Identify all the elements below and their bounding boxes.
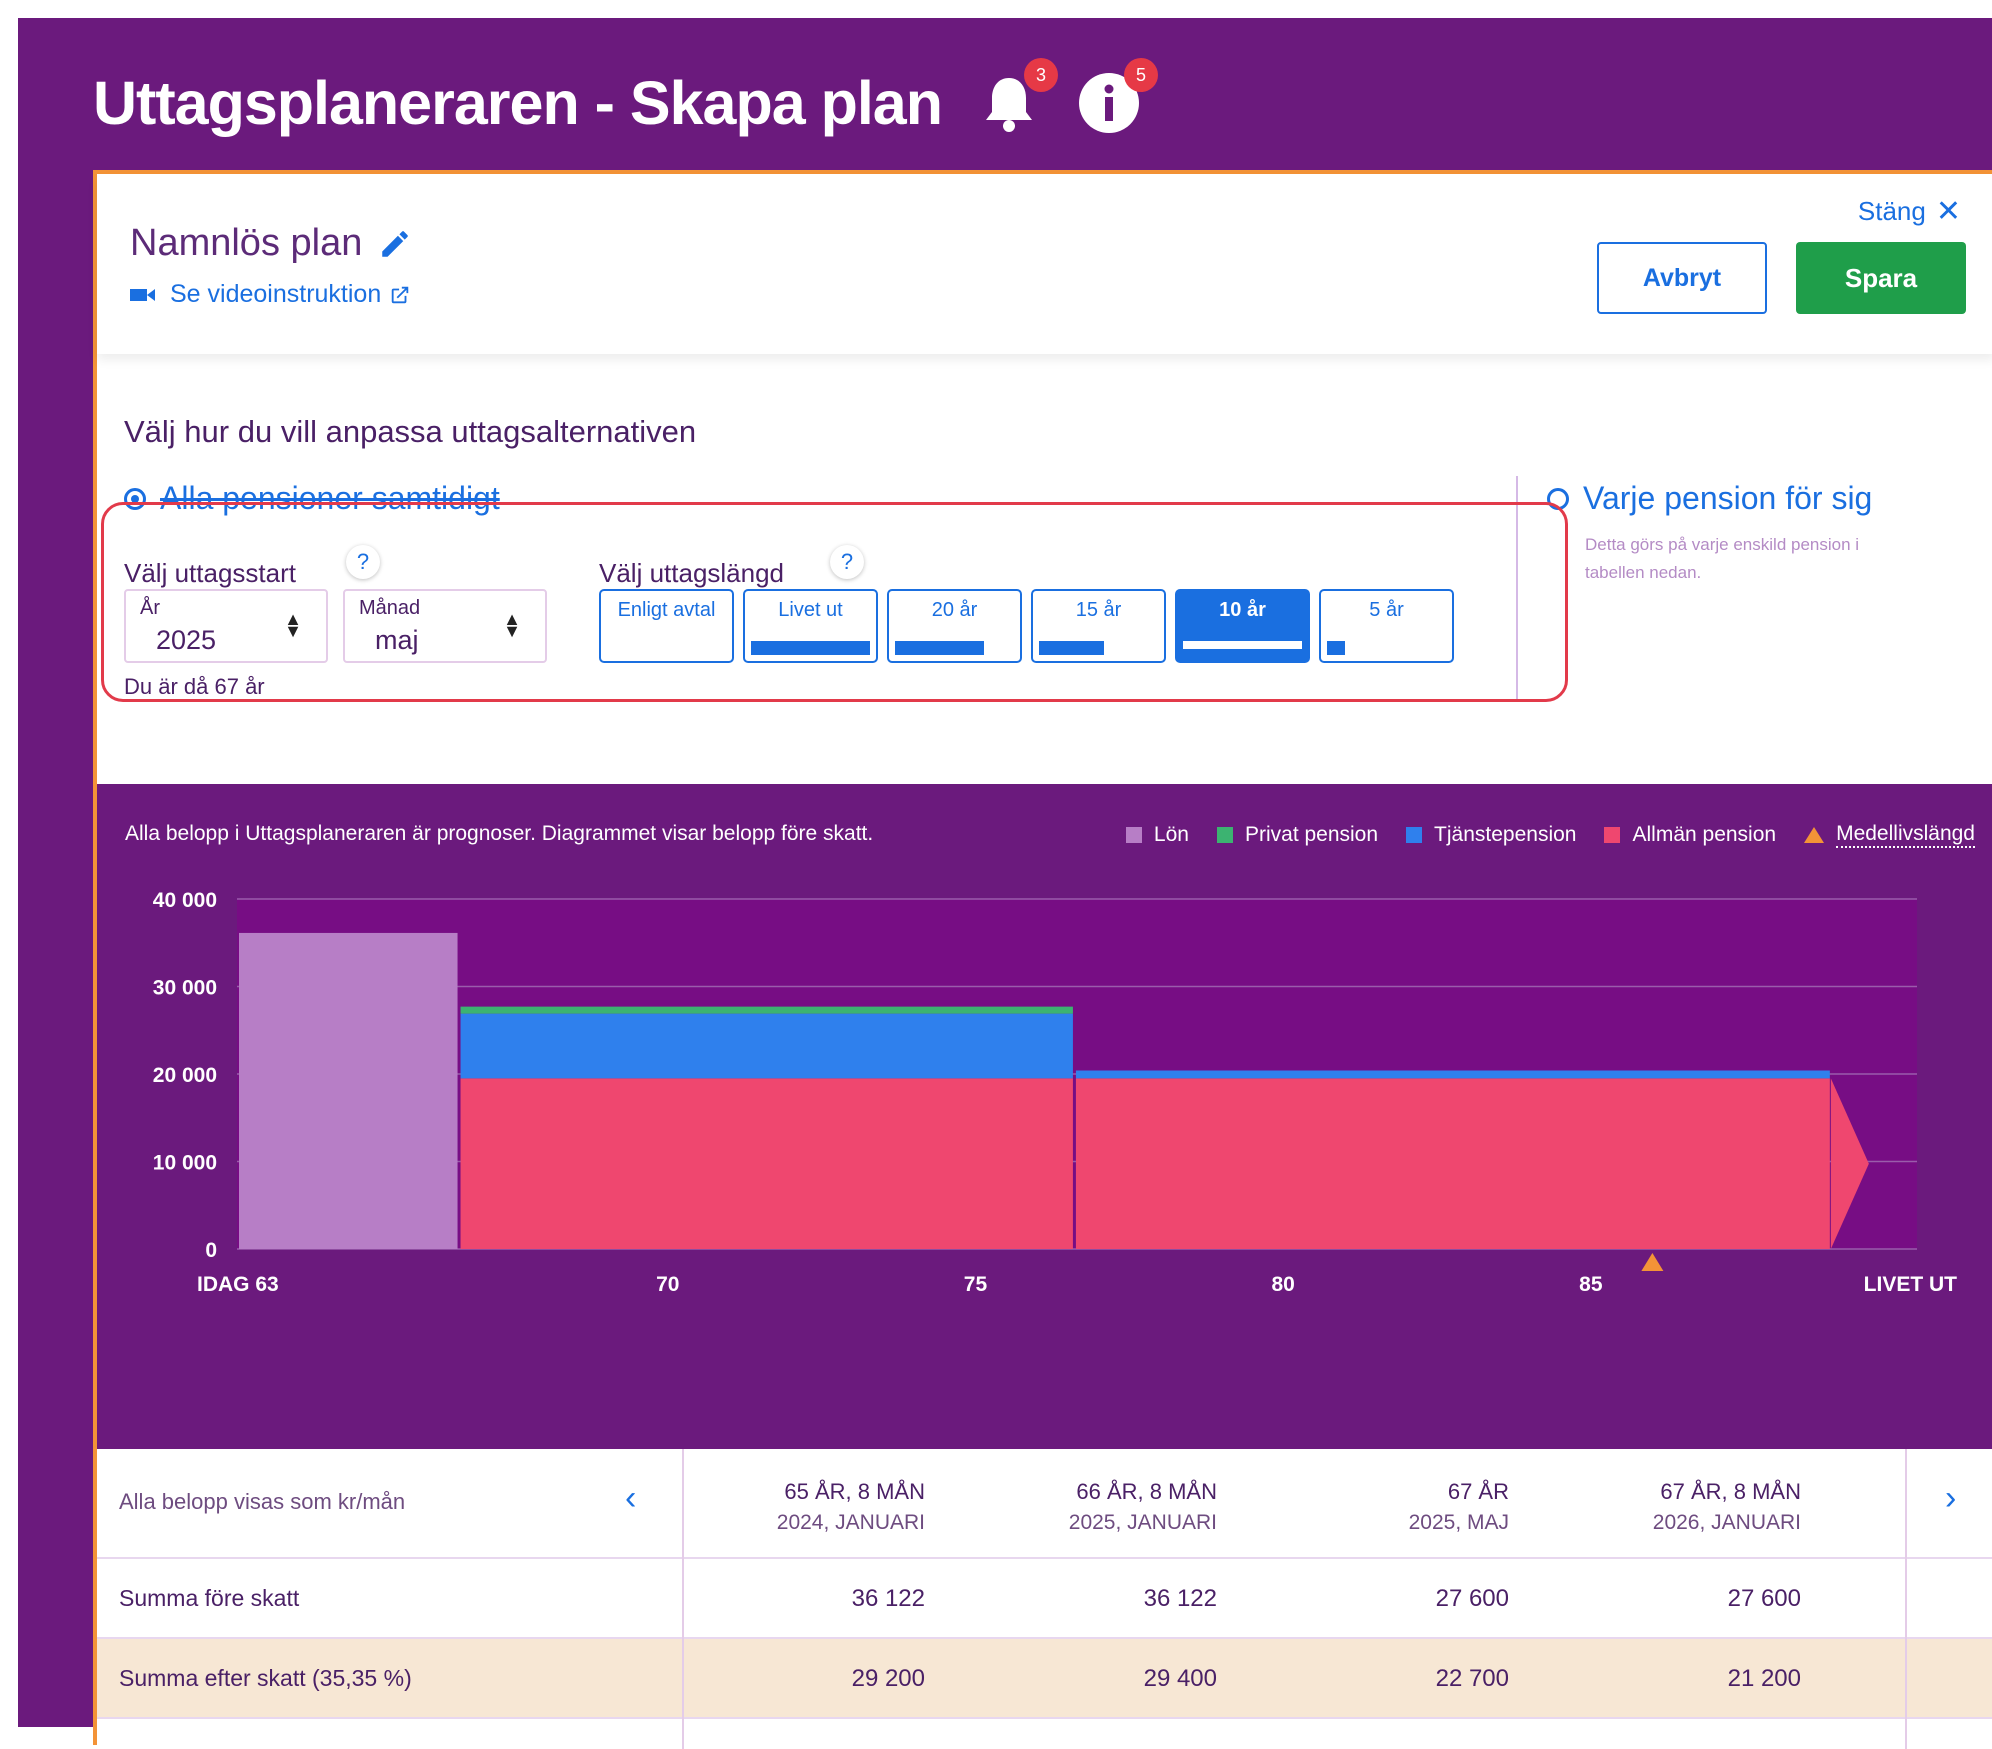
- column-age: 66 ÅR, 8 MÅN: [1076, 1479, 1217, 1504]
- y-tick-label: 0: [205, 1239, 217, 1262]
- column-date: 2025, MAJ: [1408, 1511, 1509, 1534]
- x-tick-label: IDAG 63: [197, 1273, 279, 1296]
- video-camera-icon: [130, 288, 155, 301]
- column-age: 67 ÅR: [1447, 1479, 1509, 1504]
- legend-item: Allmän pension: [1604, 823, 1776, 847]
- info-button[interactable]: 5: [1076, 58, 1158, 136]
- legend-life-expectancy[interactable]: Medellivslängd: [1804, 822, 1975, 848]
- chevron-right-icon[interactable]: ›: [1945, 1479, 1956, 1518]
- table-row: Summa före skatt 36 122 36 122 27 600 27 60…: [97, 1559, 1992, 1639]
- legend-label: Medellivslängd: [1836, 822, 1975, 848]
- column-date: 2025, JANUARI: [1068, 1511, 1217, 1534]
- x-tick-label: 75: [964, 1273, 988, 1296]
- payout-table: Alla belopp visas som kr/mån ‹ › 65 ÅR, …: [97, 1449, 1992, 1749]
- plan-header: Namnlös plan Se videoinstruktion Stäng ✕: [97, 174, 1992, 354]
- legend-label: Lön: [1153, 823, 1189, 846]
- close-icon: ✕: [1935, 195, 1961, 228]
- options-heading: Välj hur du vill anpassa uttagsalternati…: [124, 414, 697, 449]
- chart-bar-segment: [460, 1006, 1073, 1014]
- y-tick-label: 10 000: [153, 1152, 217, 1175]
- each-pension-description: Detta görs på varje enskild pension i ta…: [1585, 535, 1860, 582]
- table-divider: [1905, 1449, 1907, 1749]
- life-expectancy-marker: [1641, 1253, 1664, 1271]
- x-tick-label: 80: [1271, 1273, 1294, 1296]
- y-tick-label: 30 000: [153, 977, 217, 1000]
- column-age: 67 ÅR, 8 MÅN: [1660, 1479, 1801, 1504]
- column-date: 2024, JANUARI: [776, 1511, 925, 1534]
- x-tick-label: 85: [1579, 1273, 1603, 1296]
- notifications-badge: 3: [1023, 58, 1058, 92]
- column-age: 65 ÅR, 8 MÅN: [784, 1479, 925, 1504]
- legend-label: Privat pension: [1244, 823, 1379, 846]
- row-label: Summa efter skatt (35,35 %): [119, 1665, 412, 1691]
- info-badge: 5: [1123, 58, 1158, 92]
- table-cell: 29 400: [1143, 1665, 1217, 1692]
- x-tick-label: LIVET UT: [1864, 1273, 1958, 1296]
- triangle-icon: [1804, 827, 1825, 843]
- x-tick-label: 70: [656, 1273, 679, 1296]
- radio-each-label: Varje pension för sig: [1583, 480, 1873, 516]
- table-cell: 27 600: [1727, 1585, 1801, 1612]
- legend-swatch: [1216, 827, 1233, 843]
- chart-bar-segment: [460, 1013, 1073, 1079]
- chart-area: 0 10 000 20 000 30 000 40 000 IDAG 63 70 75 80 85…: [97, 784, 1992, 1449]
- legend-swatch: [1604, 827, 1621, 843]
- close-button[interactable]: Stäng ✕: [1858, 194, 1961, 229]
- table-row-highlighted: Summa efter skatt (35,35 %) 29 200 29 400…: [97, 1639, 1992, 1719]
- table-cell: 22 700: [1435, 1665, 1509, 1692]
- edit-pencil-icon[interactable]: [378, 227, 412, 261]
- title-row: Uttagsplaneraren - Skapa plan 3 5: [93, 58, 1158, 143]
- external-link-icon: [391, 286, 409, 303]
- table-cell: 29 200: [851, 1665, 925, 1692]
- table-cell: 36 122: [1143, 1585, 1217, 1612]
- plan-panel: Namnlös plan Se videoinstruktion Stäng ✕: [93, 170, 1992, 1749]
- legend-swatch: [1406, 827, 1423, 843]
- chart-bar-segment: [460, 1078, 1073, 1249]
- close-label: Stäng: [1857, 196, 1926, 226]
- save-button[interactable]: Spara: [1796, 242, 1966, 314]
- legend-item: Lön: [1125, 823, 1189, 847]
- y-tick-label: 40 000: [153, 889, 217, 912]
- plan-name: Namnlös plan: [130, 222, 412, 265]
- table-divider: [682, 1449, 684, 1749]
- units-note: Alla belopp visas som kr/mån: [119, 1489, 406, 1514]
- legend-label: Tjänstepension: [1434, 823, 1577, 846]
- legend-label: Allmän pension: [1632, 823, 1777, 846]
- row-label: Summa före skatt: [119, 1585, 300, 1611]
- pension-chart: 0 10 000 20 000 30 000 40 000 IDAG 63 70 75 80 85…: [153, 889, 1958, 1296]
- chart-note: Alla belopp i Uttagsplaneraren är progno…: [125, 822, 874, 845]
- chart-bar-segment: [239, 932, 458, 1249]
- legend-item: Privat pension: [1216, 823, 1379, 847]
- plan-name-text: Namnlös plan: [130, 222, 363, 264]
- app-frame: Uttagsplaneraren - Skapa plan 3 5 Namnlö…: [18, 18, 1992, 1749]
- legend-swatch: [1125, 827, 1142, 843]
- chart-bar-segment: [1075, 1078, 1830, 1249]
- chevron-left-icon[interactable]: ‹: [625, 1479, 636, 1518]
- table-cell: 21 200: [1727, 1665, 1801, 1692]
- video-instruction-link[interactable]: Se videoinstruktion: [130, 280, 411, 309]
- cancel-button[interactable]: Avbryt: [1597, 242, 1767, 314]
- highlight-box: [101, 502, 1568, 702]
- y-tick-label: 20 000: [153, 1064, 217, 1087]
- notifications-button[interactable]: 3: [976, 58, 1058, 136]
- column-date: 2026, JANUARI: [1652, 1511, 1801, 1534]
- radio-each-pension[interactable]: Varje pension för sig: [1547, 480, 1872, 517]
- legend-item: Tjänstepension: [1406, 823, 1576, 847]
- table-cell: 27 600: [1435, 1585, 1509, 1612]
- video-link-label: Se videoinstruktion: [170, 280, 382, 308]
- chart-bar-segment: [1075, 1070, 1830, 1079]
- page-title: Uttagsplaneraren - Skapa plan: [93, 69, 943, 137]
- chart-legend: Lön Privat pension Tjänstepension Allmän pe…: [1098, 822, 1975, 848]
- table-header-row: Alla belopp visas som kr/mån ‹ › 65 ÅR, …: [97, 1449, 1992, 1559]
- table-cell: 36 122: [851, 1585, 925, 1612]
